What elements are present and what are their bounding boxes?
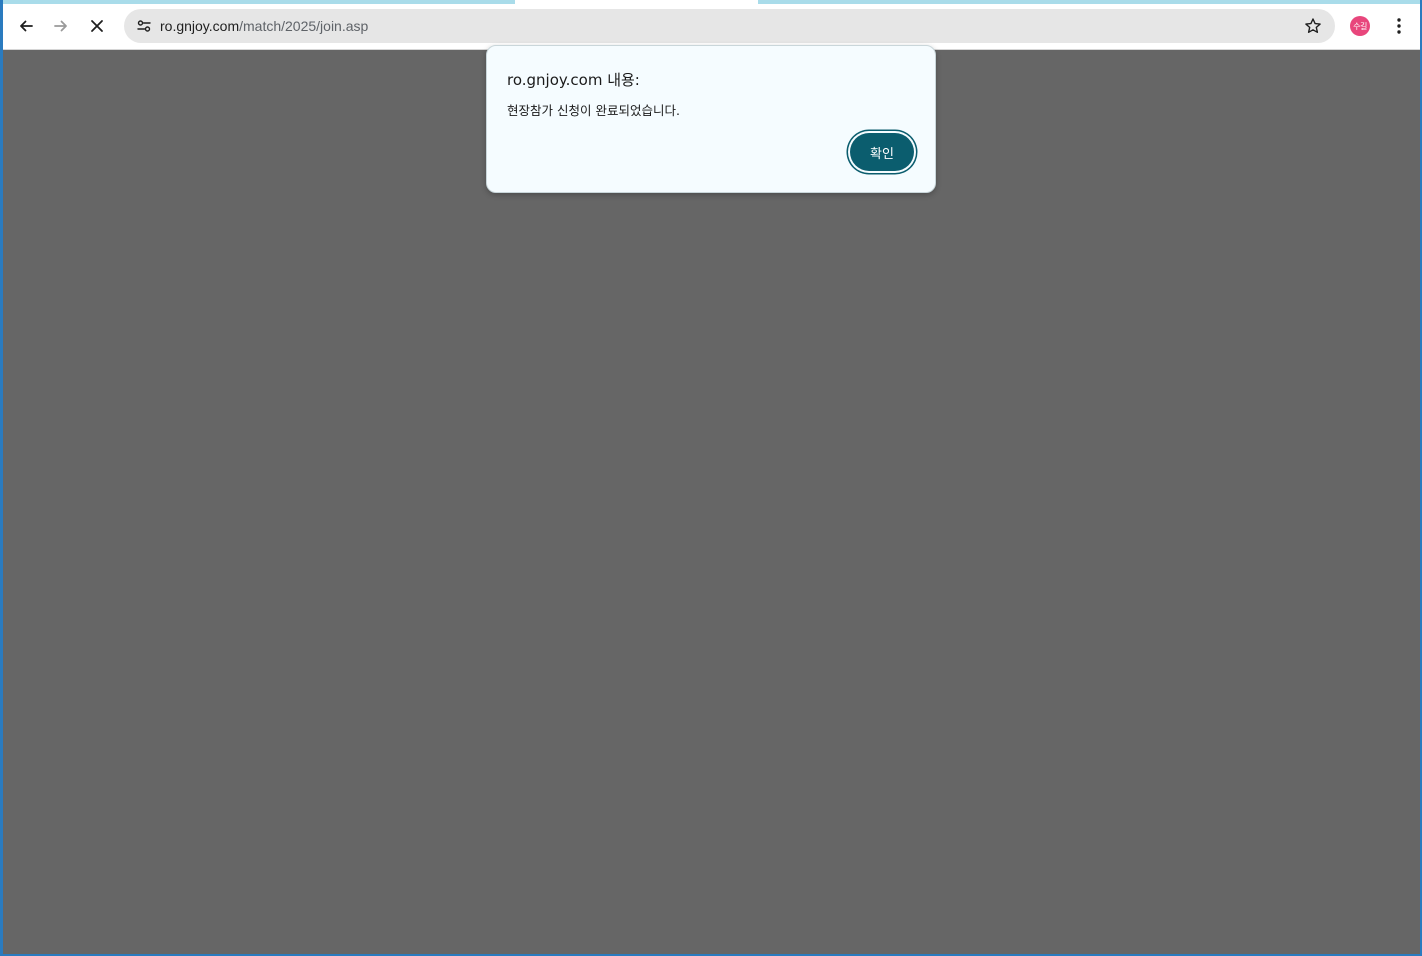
url-path: /match/2025/join.asp <box>239 18 369 34</box>
address-bar[interactable]: ro.gnjoy.com/match/2025/join.asp <box>124 9 1335 43</box>
back-button[interactable] <box>10 10 42 42</box>
kebab-menu-icon <box>1397 18 1401 34</box>
browser-toolbar: ro.gnjoy.com/match/2025/join.asp 수길 <box>3 4 1420 50</box>
ok-button[interactable]: 확인 <box>850 133 914 171</box>
site-info-button[interactable] <box>130 12 158 40</box>
bookmark-button[interactable] <box>1299 12 1327 40</box>
browser-window: ro.gnjoy.com/match/2025/join.asp 수길 ro.g… <box>3 0 1420 954</box>
dialog-title: ro.gnjoy.com 내용: <box>507 71 640 89</box>
forward-button[interactable] <box>45 10 77 42</box>
url-host: ro.gnjoy.com <box>160 18 240 34</box>
stop-loading-button[interactable] <box>81 10 113 42</box>
url-text[interactable]: ro.gnjoy.com/match/2025/join.asp <box>160 18 368 34</box>
dialog-message: 현장참가 신청이 완료되었습니다. <box>507 103 680 118</box>
alert-dialog: ro.gnjoy.com 내용: 현장참가 신청이 완료되었습니다. 확인 <box>486 45 936 193</box>
arrow-right-icon <box>54 20 67 32</box>
tune-icon <box>137 20 151 32</box>
star-icon <box>1305 18 1321 33</box>
browser-menu-button[interactable] <box>1383 10 1415 42</box>
close-icon <box>91 20 103 32</box>
profile-avatar[interactable]: 수길 <box>1350 16 1370 36</box>
arrow-left-icon <box>20 20 33 32</box>
